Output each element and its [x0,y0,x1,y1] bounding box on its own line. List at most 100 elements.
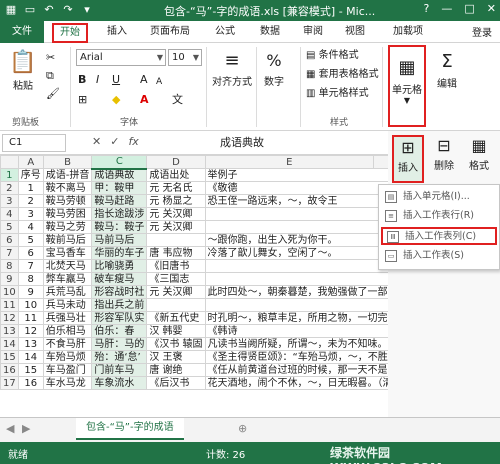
row-header[interactable]: 16 [0,363,19,377]
row-header[interactable]: 7 [0,246,19,260]
tab-home[interactable]: 开始 [52,23,88,43]
minimize-button[interactable]: — [441,2,452,15]
editing-button[interactable]: Σ 编辑 [432,49,462,90]
row-header[interactable]: 17 [0,376,19,390]
scroll-left-icon[interactable]: ◀ [6,422,14,436]
cell-example[interactable] [204,272,388,286]
grow-font-button[interactable]: A [140,73,148,87]
cell-story[interactable]: 马肝：马的 [91,337,148,351]
row-header[interactable]: 1 [0,168,19,182]
cell-example[interactable]: 凡读书当阙所疑，所谓～，未为不知味。（清 刘熙 [204,337,388,351]
menu-item-insert-column[interactable]: Ⅲ 插入工作表列(C) [381,227,497,245]
close-button[interactable]: ✕ [487,2,496,15]
cell-story[interactable]: 殆：通‘怠’ [91,350,148,364]
cell-story[interactable]: 形容军队实 [91,311,148,325]
cell-idiom[interactable]: 鞍马劳困 [42,207,93,221]
cell-story[interactable]: 形容战时社 [91,285,148,299]
cell-example[interactable]: 《敬德 [204,181,388,195]
select-all-corner[interactable] [0,155,19,169]
cell-seq[interactable]: 6 [17,246,44,260]
cell-idiom[interactable]: 车殆马烦 [42,350,93,364]
cell-example[interactable]: 《任从前黄道台过班的时候，那一天不是～，还有多少 [204,363,388,377]
cell-source[interactable]: 唐 韦应物 [146,246,206,260]
cell-seq[interactable]: 4 [17,220,44,234]
tab-addins[interactable]: 加载项 [393,24,423,40]
cell-seq[interactable]: 12 [17,324,44,338]
sheet-tab-active[interactable]: 包含-“马”-字的成语 [76,418,184,440]
row-header[interactable]: 13 [0,324,19,338]
cell-seq[interactable]: 序号 [17,168,44,182]
cell-seq[interactable]: 2 [17,194,44,208]
font-size-select[interactable]: 10 ▼ [168,49,202,66]
cell-example[interactable]: 《韩诗 [204,324,388,338]
paste-button[interactable]: 📋 粘贴 [8,49,38,99]
cell-source[interactable]: 《旧唐书 [146,259,206,273]
cell-seq[interactable]: 16 [17,376,44,390]
cell-example[interactable] [204,298,388,312]
number-format-button[interactable]: % 数字 [262,49,286,88]
row-header[interactable]: 6 [0,233,19,247]
cell-example[interactable]: 此时四处～，朝秦暮楚，我勉强做了一部《旧唐书》 [204,285,388,299]
shrink-font-button[interactable]: A [156,75,162,89]
cell-example[interactable]: 冷落了歆儿舞女，空闲了～。 [204,246,388,260]
column-header[interactable]: B [42,155,93,169]
menu-item-insert-row[interactable]: ≡ 插入工作表行(R) [381,208,497,226]
row-header[interactable]: 15 [0,350,19,364]
fx-icon[interactable]: fx [128,135,138,148]
cell-seq[interactable]: 3 [17,207,44,221]
cell-seq[interactable]: 5 [17,233,44,247]
tab-review[interactable]: 审阅 [303,24,323,40]
scroll-right-icon[interactable]: ▶ [22,422,30,436]
cell-source[interactable]: 元 关汉卿 [146,285,206,299]
cells-button[interactable]: ▦ 单元格 ▼ [388,45,426,127]
cell-seq[interactable]: 10 [17,298,44,312]
row-header[interactable]: 11 [0,298,19,312]
cell-source[interactable] [146,298,206,312]
tab-file[interactable]: 文件 [0,21,44,43]
row-header[interactable]: 8 [0,259,19,273]
cell-idiom[interactable]: 车马盈门 [42,363,93,377]
cell-source[interactable]: 《新五代史 [146,311,206,325]
font-color-icon[interactable]: A [140,93,149,107]
column-header[interactable]: D [146,155,206,169]
cell-example[interactable]: 恐王侄一路远来，～，故令王 [204,194,388,208]
cell-idiom[interactable]: 不食马肝 [42,337,93,351]
cell-seq[interactable]: 14 [17,350,44,364]
row-header[interactable]: 10 [0,285,19,299]
cell-styles-button[interactable]: ▥ 单元格样式 [306,87,369,101]
cell-idiom[interactable]: 鞍马劳顿 [42,194,93,208]
insert-button[interactable]: ⊞ 插入 [392,135,424,183]
table-format-button[interactable]: ▦ 套用表格格式 [306,68,379,82]
cell-example[interactable] [204,220,388,234]
cell-seq[interactable]: 13 [17,337,44,351]
cell-story[interactable]: 比喻骁勇 [91,259,148,273]
cell-example[interactable]: 《圣主得贤臣颂》：“车殆马烦，～，不胜困惫。（清 纪昀《阅微草堂笔 [204,350,388,364]
cell-idiom[interactable]: 成语-拼音 [42,168,93,182]
font-name-select[interactable]: Arial ▼ [76,49,166,66]
undo-icon[interactable]: ↶ [42,2,56,18]
row-header[interactable]: 3 [0,194,19,208]
cell-story[interactable]: 伯乐：春 [91,324,148,338]
cell-source[interactable]: 《后汉书 [146,376,206,390]
cell-source[interactable]: 汉 王褒 [146,350,206,364]
italic-button[interactable]: I [96,73,99,87]
alignment-button[interactable]: ≡ 对齐方式 [212,49,252,88]
borders-icon[interactable]: ⊞ [78,93,87,107]
login-link[interactable]: 登录 [472,24,492,39]
format-button[interactable]: ▦ 格式 [464,135,494,172]
cell-example[interactable]: ～跟你跑，出生入死为你干。 [204,233,388,247]
cell-source[interactable]: 《汉书 辕固 [146,337,206,351]
row-header[interactable]: 12 [0,311,19,325]
cell-idiom[interactable]: 兵荒马乱 [42,285,93,299]
cell-source[interactable]: 元 无名氏 [146,181,206,195]
cell-seq[interactable]: 1 [17,181,44,195]
worksheet-grid[interactable]: A B C D E F 1序号成语-拼音成语典故成语出处举例子21鞍不离马甲：鞍… [0,155,388,417]
fill-color-icon[interactable]: ◆ [112,93,120,107]
cell-source[interactable]: 成语出处 [146,168,206,182]
restore-button[interactable]: □ [464,2,474,15]
cell-seq[interactable]: 7 [17,259,44,273]
phonetic-icon[interactable]: 文 [172,93,183,107]
cell-story[interactable]: 马前马后 [91,233,148,247]
format-painter-icon[interactable]: 🖌 [46,87,60,101]
cell-story[interactable]: 华丽的车子 [91,246,148,260]
